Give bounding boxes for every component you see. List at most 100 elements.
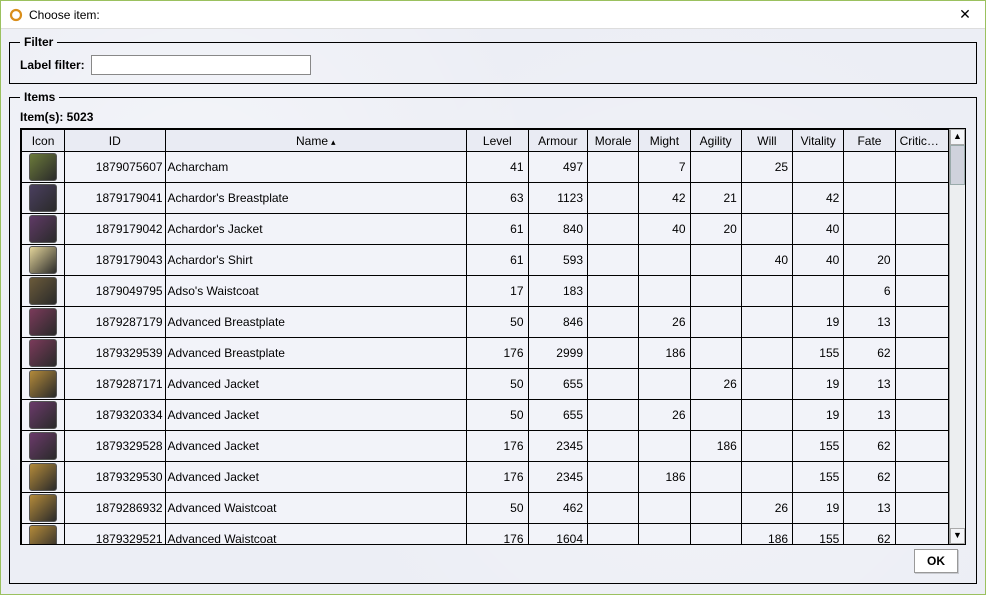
vertical-scrollbar[interactable]: ▲ ▼	[949, 129, 965, 544]
app-icon	[9, 8, 23, 22]
cell-name: Advanced Jacket	[165, 400, 466, 431]
cell-critical	[895, 214, 948, 245]
cell-armour: 655	[528, 400, 587, 431]
item-icon-cell	[22, 400, 65, 431]
cell-vitality: 40	[793, 245, 844, 276]
table-row[interactable]: 1879329528Advanced Jacket176234518615562	[22, 431, 949, 462]
table-row[interactable]: 1879049795Adso's Waistcoat171836	[22, 276, 949, 307]
cell-fate: 13	[844, 400, 895, 431]
item-icon	[29, 463, 57, 491]
cell-fate: 20	[844, 245, 895, 276]
items-table-container: Icon ID Name▴ Level Armour Morale Might …	[20, 128, 966, 545]
close-button[interactable]: ✕	[953, 6, 977, 23]
item-icon-cell	[22, 276, 65, 307]
titlebar: Choose item: ✕	[1, 1, 985, 29]
cell-might: 7	[639, 152, 690, 183]
cell-morale	[588, 369, 639, 400]
col-header-vitality[interactable]: Vitality	[793, 130, 844, 152]
table-row[interactable]: 1879287179Advanced Breastplate5084626191…	[22, 307, 949, 338]
cell-level: 176	[467, 338, 529, 369]
cell-id: 1879329530	[65, 462, 165, 493]
item-icon	[29, 339, 57, 367]
cell-agility: 21	[690, 183, 741, 214]
cell-will	[741, 400, 792, 431]
cell-vitality: 19	[793, 493, 844, 524]
cell-agility	[690, 307, 741, 338]
table-header-row: Icon ID Name▴ Level Armour Morale Might …	[22, 130, 949, 152]
cell-fate: 13	[844, 369, 895, 400]
cell-critical	[895, 369, 948, 400]
cell-fate	[844, 152, 895, 183]
item-icon	[29, 308, 57, 336]
cell-agility	[690, 245, 741, 276]
cell-armour: 2345	[528, 431, 587, 462]
table-row[interactable]: 1879329521Advanced Waistcoat176160418615…	[22, 524, 949, 545]
cell-vitality	[793, 152, 844, 183]
cell-name: Acharcham	[165, 152, 466, 183]
table-row[interactable]: 1879179042Achardor's Jacket61840402040	[22, 214, 949, 245]
cell-name: Advanced Waistcoat	[165, 493, 466, 524]
scroll-thumb[interactable]	[950, 145, 965, 185]
cell-id: 1879286932	[65, 493, 165, 524]
item-icon	[29, 153, 57, 181]
col-header-will[interactable]: Will	[741, 130, 792, 152]
col-header-level[interactable]: Level	[467, 130, 529, 152]
cell-will	[741, 338, 792, 369]
item-icon	[29, 184, 57, 212]
cell-morale	[588, 400, 639, 431]
item-icon-cell	[22, 524, 65, 545]
cell-morale	[588, 152, 639, 183]
col-header-id[interactable]: ID	[65, 130, 165, 152]
cell-morale	[588, 214, 639, 245]
scroll-down-button[interactable]: ▼	[950, 528, 965, 544]
item-icon	[29, 494, 57, 522]
cell-agility	[690, 493, 741, 524]
table-row[interactable]: 1879329539Advanced Breastplate1762999186…	[22, 338, 949, 369]
cell-will	[741, 183, 792, 214]
cell-might: 26	[639, 400, 690, 431]
table-row[interactable]: 1879286932Advanced Waistcoat50462261913	[22, 493, 949, 524]
cell-name: Advanced Jacket	[165, 369, 466, 400]
scroll-up-button[interactable]: ▲	[950, 129, 965, 145]
col-header-armour[interactable]: Armour	[528, 130, 587, 152]
table-row[interactable]: 1879287171Advanced Jacket50655261913	[22, 369, 949, 400]
window-title: Choose item:	[29, 8, 953, 22]
cell-name: Advanced Jacket	[165, 431, 466, 462]
cell-id: 1879287179	[65, 307, 165, 338]
label-filter-input[interactable]	[91, 55, 311, 75]
col-header-agility[interactable]: Agility	[690, 130, 741, 152]
cell-morale	[588, 183, 639, 214]
table-row[interactable]: 1879320334Advanced Jacket50655261913	[22, 400, 949, 431]
items-group: Items Item(s): 5023 Icon ID Name▴	[9, 90, 977, 584]
cell-morale	[588, 276, 639, 307]
scroll-track[interactable]	[950, 145, 965, 528]
ok-button[interactable]: OK	[914, 549, 958, 573]
cell-will	[741, 307, 792, 338]
cell-might: 42	[639, 183, 690, 214]
cell-level: 176	[467, 524, 529, 545]
cell-id: 1879329521	[65, 524, 165, 545]
col-header-critical[interactable]: Critical ...	[895, 130, 948, 152]
cell-armour: 655	[528, 369, 587, 400]
table-row[interactable]: 1879179041Achardor's Breastplate63112342…	[22, 183, 949, 214]
item-icon	[29, 215, 57, 243]
cell-might: 186	[639, 338, 690, 369]
col-header-fate[interactable]: Fate	[844, 130, 895, 152]
col-header-name[interactable]: Name▴	[165, 130, 466, 152]
cell-vitality: 19	[793, 307, 844, 338]
cell-will	[741, 214, 792, 245]
cell-id: 1879320334	[65, 400, 165, 431]
cell-armour: 2999	[528, 338, 587, 369]
cell-might	[639, 369, 690, 400]
cell-armour: 593	[528, 245, 587, 276]
table-row[interactable]: 1879179043Achardor's Shirt61593404020	[22, 245, 949, 276]
cell-fate: 62	[844, 524, 895, 545]
item-icon	[29, 246, 57, 274]
cell-vitality: 19	[793, 369, 844, 400]
table-row[interactable]: 1879329530Advanced Jacket176234518615562	[22, 462, 949, 493]
col-header-icon[interactable]: Icon	[22, 130, 65, 152]
cell-will: 26	[741, 493, 792, 524]
table-row[interactable]: 1879075607Acharcham41497725	[22, 152, 949, 183]
col-header-morale[interactable]: Morale	[588, 130, 639, 152]
col-header-might[interactable]: Might	[639, 130, 690, 152]
